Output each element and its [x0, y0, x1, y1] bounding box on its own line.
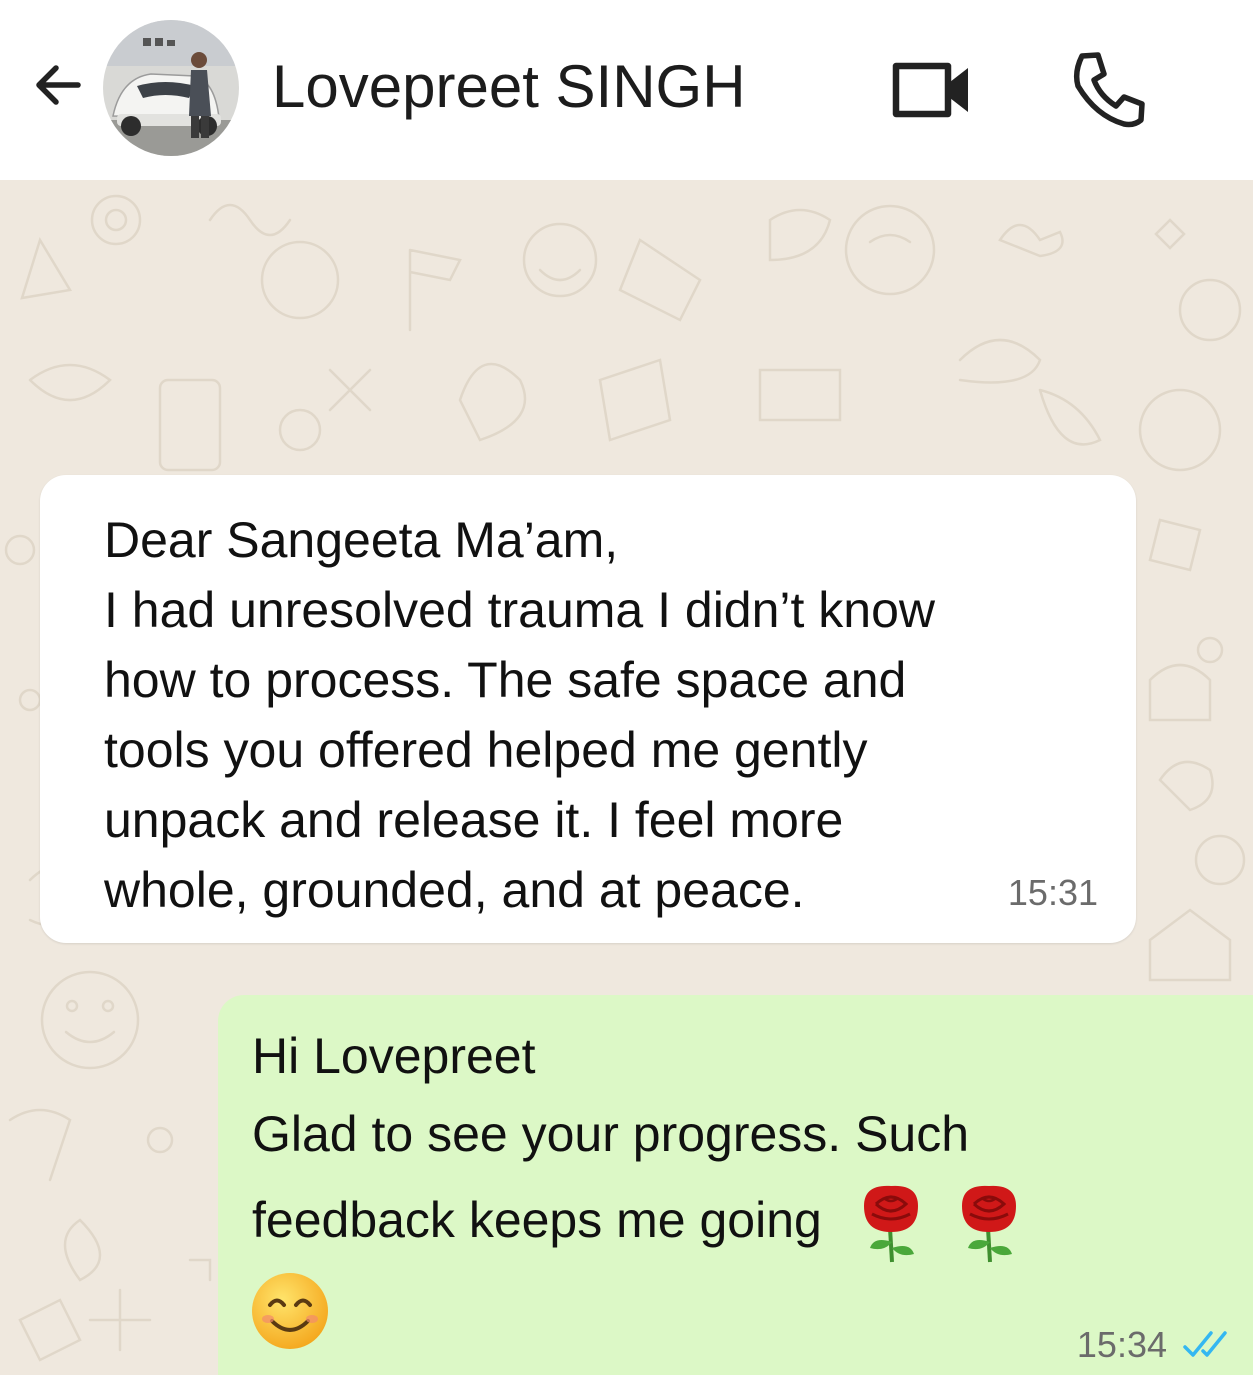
- message-timestamp: 15:31: [1007, 872, 1098, 913]
- message-text-line: tools you offered helped me gently: [104, 722, 868, 778]
- message-text-line: feedback keeps me going: [252, 1177, 1223, 1263]
- outgoing-message-bubble[interactable]: Hi Lovepreet Glad to see your progress. …: [218, 995, 1253, 1375]
- message-text-line: Hi Lovepreet: [252, 1028, 536, 1084]
- message-text-line: Dear Sangeeta Ma’am,: [104, 512, 619, 568]
- message-text-line: how to process. The safe space and: [104, 652, 907, 708]
- message-text-line: I had unresolved trauma I didn’t know: [104, 582, 936, 638]
- contact-avatar[interactable]: [103, 20, 239, 156]
- message-text-line: unpack and release it. I feel more: [104, 792, 844, 848]
- smiling-face-emoji-icon: [252, 1272, 328, 1349]
- message-text-line: Glad to see your progress. Such: [252, 1106, 970, 1162]
- arrow-left-icon[interactable]: [26, 50, 96, 120]
- message-text-segment: feedback keeps me going: [252, 1192, 822, 1248]
- rose-emoji-icon: [863, 1185, 918, 1262]
- message-timestamp: 15:34: [1076, 1324, 1167, 1365]
- rose-emoji-icon: [961, 1185, 1016, 1262]
- video-camera-icon[interactable]: [888, 54, 974, 124]
- incoming-message-bubble[interactable]: Dear Sangeeta Ma’am, I had unresolved tr…: [40, 475, 1136, 943]
- contact-name[interactable]: Lovepreet SINGH: [272, 52, 746, 122]
- avatar-photo-icon: [103, 20, 239, 156]
- chat-header: Lovepreet SINGH: [0, 0, 1253, 180]
- phone-icon[interactable]: [1066, 48, 1152, 128]
- chat-area[interactable]: Dear Sangeeta Ma’am, I had unresolved tr…: [0, 180, 1253, 1375]
- read-receipt-double-check-icon: [1183, 1331, 1227, 1357]
- message-text-line: whole, grounded, and at peace.: [104, 862, 805, 918]
